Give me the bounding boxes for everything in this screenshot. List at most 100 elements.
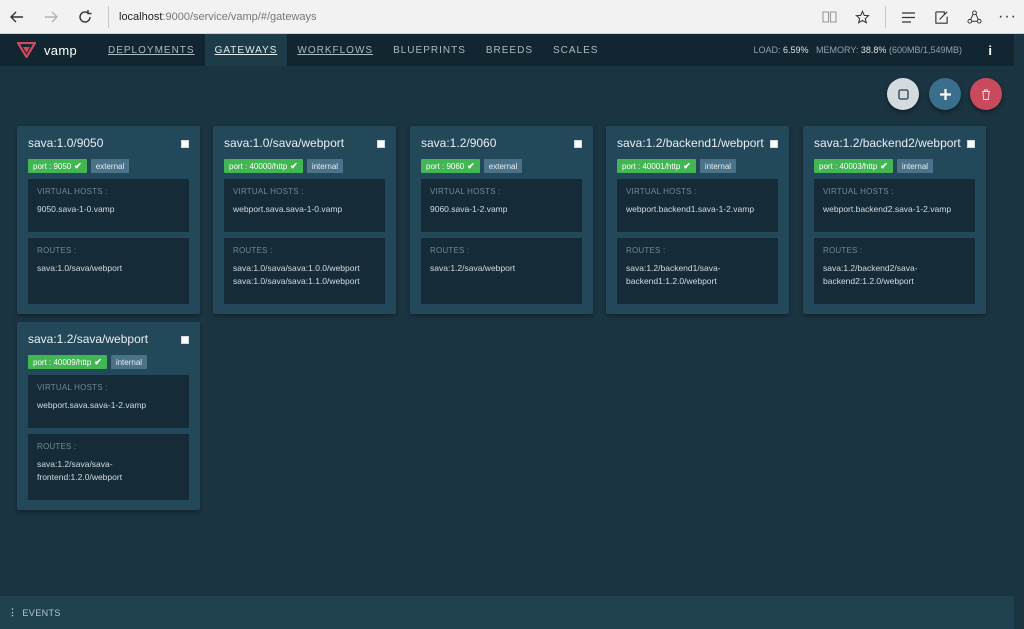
routes-label: ROUTES : [626,246,666,255]
gateway-select-checkbox[interactable] [181,336,189,344]
routes-label: ROUTES : [37,442,77,451]
gateway-name[interactable]: sava:1.2/backend1/webport [617,136,778,150]
routes-label: ROUTES : [430,246,470,255]
scrollbar[interactable] [1014,34,1024,629]
routes-panel: ROUTES : sava:1.2/sava/sava- frontend:1.2… [28,434,189,500]
favorite-star-icon[interactable] [846,0,879,34]
routes-value: sava:1.0/sava/webport [37,263,123,273]
port-label: port : 40009/http [33,357,92,367]
virtual-hosts-label: VIRTUAL HOSTS : [626,187,697,196]
delete-button[interactable] [970,78,1002,110]
toolbar-separator-right [885,6,886,28]
port-badge: port : 9050 ✔ [28,159,87,173]
nav-deployments[interactable]: DEPLOYMENTS [98,34,205,66]
gateway-card[interactable]: sava:1.2/backend1/webport port : 40001/ht… [606,126,789,314]
routes-panel: ROUTES : sava:1.0/sava/sava:1.0.0/webport… [224,238,385,304]
port-badge: port : 40001/http ✔ [617,159,696,173]
type-badge: internal [896,159,934,173]
gateway-select-checkbox[interactable] [967,140,975,148]
gateway-card[interactable]: sava:1.0/9050 port : 9050 ✔ external VIRTUAL… [17,126,200,314]
port-label: port : 9060 [426,161,465,171]
routes-panel: ROUTES : sava:1.2/backend2/sava- backend2… [814,238,975,304]
nav-blueprints[interactable]: BLUEPRINTS [383,34,476,66]
gateway-name[interactable]: sava:1.2/sava/webport [28,332,189,346]
back-icon[interactable] [0,0,34,34]
nav-workflows[interactable]: WORKFLOWS [287,34,383,66]
virtual-hosts-panel: VIRTUAL HOSTS : webport.backend2.sava-1-2… [814,179,975,232]
nav-gateways[interactable]: GATEWAYS [204,34,288,66]
type-badge: external [483,159,523,173]
gateway-tags: port : 9050 ✔ external [28,159,189,173]
virtual-hosts-value: webport.sava.sava-1-2.vamp [37,400,147,410]
reading-view-icon[interactable] [813,0,846,34]
events-toggle-icon: ⋮ [8,607,18,617]
nav-breeds[interactable]: BREEDS [476,34,543,66]
routes-value: sava:1.2/backend2/sava- backend2:1.2.0/w… [823,263,918,286]
routes-panel: ROUTES : sava:1.0/sava/webport [28,238,189,304]
share-icon[interactable] [958,0,991,34]
routes-value: sava:1.0/sava/sava:1.0.0/webport sava:1.… [233,263,360,286]
forward-icon[interactable] [34,0,68,34]
url-path: :9000/service/vamp/#/gateways [162,10,317,23]
routes-label: ROUTES : [233,246,273,255]
web-note-icon[interactable] [925,0,958,34]
gateway-card[interactable]: sava:1.2/sava/webport port : 40009/http ✔ i… [17,322,200,510]
info-icon[interactable]: i [988,43,992,58]
check-icon: ✔ [683,160,691,171]
virtual-hosts-value: webport.backend1.sava-1-2.vamp [626,204,755,214]
refresh-icon[interactable] [68,0,102,34]
main-nav: DEPLOYMENTS GATEWAYS WORKFLOWS BLUEPRINT… [98,34,608,66]
gateway-name[interactable]: sava:1.2/backend2/webport [814,136,975,150]
gateway-tags: port : 9060 ✔ external [421,159,582,173]
check-icon: ✔ [467,160,475,171]
virtual-hosts-label: VIRTUAL HOSTS : [823,187,894,196]
type-badge: internal [110,355,148,369]
gateway-card[interactable]: sava:1.2/9060 port : 9060 ✔ external VIRTUAL… [410,126,593,314]
check-icon: ✔ [880,160,888,171]
plus-icon [939,88,951,100]
add-gateway-button[interactable] [929,78,961,110]
virtual-hosts-panel: VIRTUAL HOSTS : webport.sava.sava-1-0.vam… [224,179,385,232]
select-all-button[interactable] [887,78,919,110]
vamp-logo[interactable]: vamp [0,42,100,58]
gateway-card[interactable]: sava:1.0/sava/webport port : 40000/http ✔ i… [213,126,396,314]
routes-value: sava:1.2/backend1/sava- backend1:1.2.0/w… [626,263,721,286]
address-bar[interactable]: localhost:9000/service/vamp/#/gateways [119,11,317,23]
port-badge: port : 40000/http ✔ [224,159,303,173]
events-label: EVENTS [22,607,61,618]
gateway-tags: port : 40000/http ✔ internal [224,159,385,173]
system-stats: LOAD: 6.59% MEMORY: 38.8% (600MB/1,549MB… [753,45,962,55]
gateway-tags: port : 40001/http ✔ internal [617,159,778,173]
routes-panel: ROUTES : sava:1.2/backend1/sava- backend1… [617,238,778,304]
routes-value: sava:1.2/sava/webport [430,263,516,273]
gateway-select-checkbox[interactable] [377,140,385,148]
events-bar[interactable]: ⋮ EVENTS [0,596,1014,629]
url-host: localhost [119,10,163,23]
virtual-hosts-value: 9060.sava-1-2.vamp [430,204,508,214]
load-label: LOAD: [753,45,781,55]
gateway-select-checkbox[interactable] [181,140,189,148]
port-badge: port : 9060 ✔ [421,159,480,173]
port-label: port : 40001/http [622,161,681,171]
gateway-card[interactable]: sava:1.2/backend2/webport port : 40003/ht… [803,126,986,314]
gateway-name[interactable]: sava:1.0/sava/webport [224,136,385,150]
virtual-hosts-panel: VIRTUAL HOSTS : webport.sava.sava-1-2.vam… [28,375,189,428]
gateway-name[interactable]: sava:1.0/9050 [28,136,189,150]
gateway-select-checkbox[interactable] [574,140,582,148]
app-header: vamp DEPLOYMENTS GATEWAYS WORKFLOWS BLUE… [0,34,1014,66]
nav-scales[interactable]: SCALES [543,34,608,66]
more-options-icon[interactable]: ··· [991,0,1024,34]
gateway-name[interactable]: sava:1.2/9060 [421,136,582,150]
port-label: port : 9050 [33,161,72,171]
logo-text: vamp [44,42,77,58]
vamp-logo-icon [17,42,36,58]
virtual-hosts-label: VIRTUAL HOSTS : [233,187,304,196]
port-label: port : 40000/http [229,161,288,171]
routes-value: sava:1.2/sava/sava- frontend:1.2.0/webpo… [37,459,123,482]
hub-icon[interactable] [892,0,925,34]
virtual-hosts-value: webport.sava.sava-1-0.vamp [233,204,343,214]
port-label: port : 40003/http [819,161,878,171]
gateway-select-checkbox[interactable] [770,140,778,148]
type-badge: internal [699,159,737,173]
virtual-hosts-value: 9050.sava-1-0.vamp [37,204,115,214]
